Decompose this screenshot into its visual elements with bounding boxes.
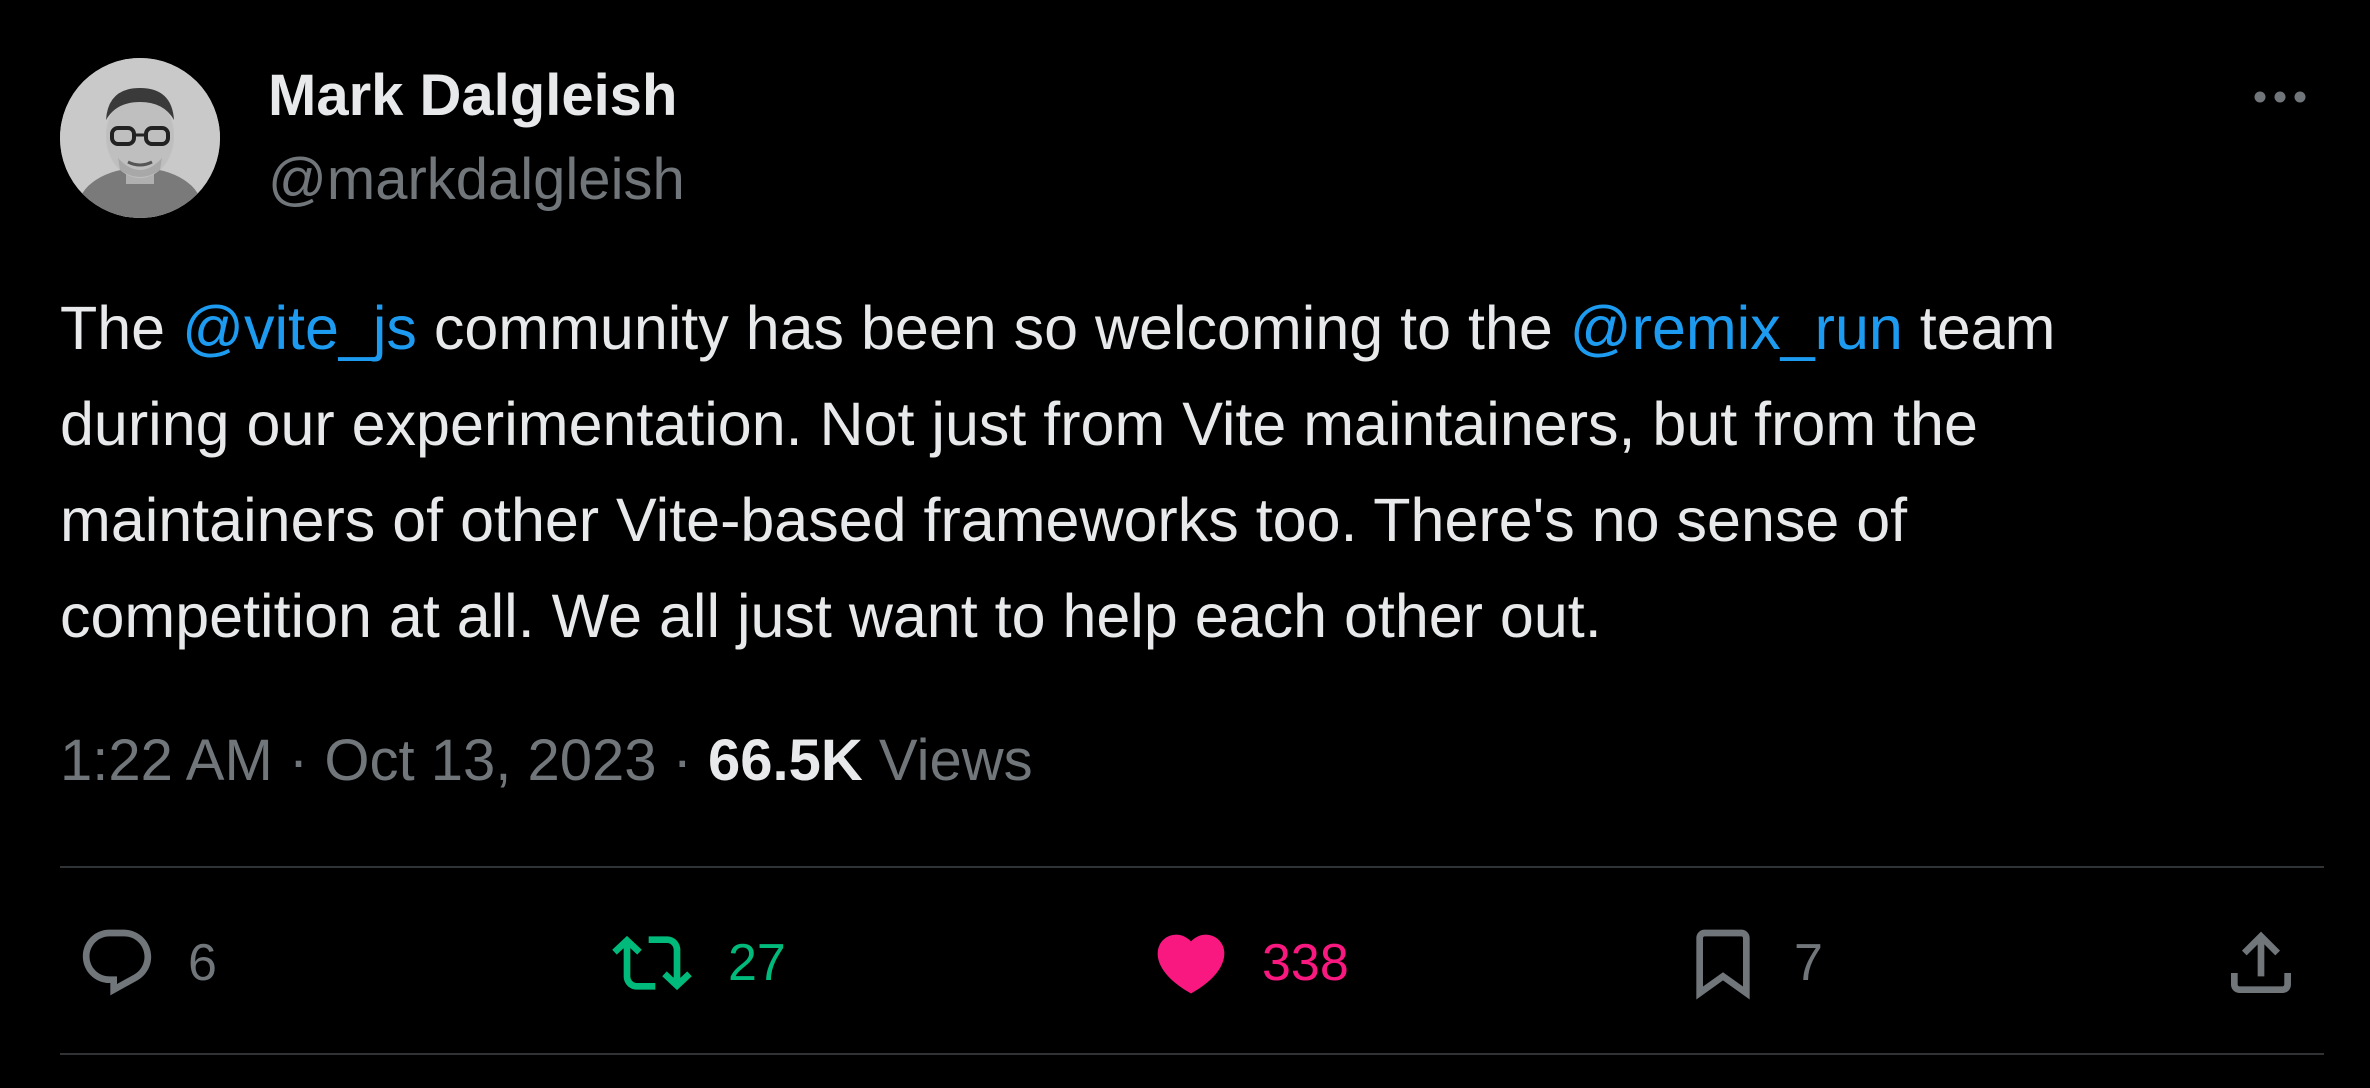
retweet-button[interactable]: 27 <box>606 918 786 1008</box>
tweet-line: maintainers of other Vite-based framewor… <box>60 472 2320 568</box>
bookmark-button[interactable]: 7 <box>1682 918 1823 1008</box>
mention-link[interactable]: @remix_run <box>1570 294 1903 362</box>
tweet-text-segment: competition at all. We all just want to … <box>60 582 1602 650</box>
tweet-text-segment: during our experimentation. Not just fro… <box>60 390 1978 458</box>
heart-filled-icon <box>1157 934 1225 994</box>
share-upload-icon <box>2231 931 2291 993</box>
speech-bubble-icon <box>82 929 152 996</box>
like-button[interactable]: 338 <box>1150 918 1349 1008</box>
tweet-line: The @vite_js community has been so welco… <box>60 280 2320 376</box>
tweet-line: during our experimentation. Not just fro… <box>60 376 2320 472</box>
like-count: 338 <box>1262 934 1349 992</box>
tweet-date[interactable]: Oct 13, 2023 <box>324 728 656 793</box>
views-label: Views <box>862 728 1033 793</box>
tweet-text-segment: maintainers of other Vite-based framewor… <box>60 486 1908 554</box>
divider-top <box>60 866 2324 868</box>
tweet-text-segment: The <box>60 294 183 362</box>
meta-separator: · <box>272 728 325 793</box>
share-button[interactable] <box>2220 918 2302 1008</box>
mention-link[interactable]: @vite_js <box>182 294 417 362</box>
reply-button[interactable]: 6 <box>76 918 217 1008</box>
reply-count: 6 <box>188 934 217 992</box>
avatar-image <box>60 58 220 218</box>
bookmark-count: 7 <box>1794 934 1823 992</box>
avatar[interactable] <box>60 58 220 218</box>
author-display-name[interactable]: Mark Dalgleish <box>268 62 677 129</box>
tweet-line: competition at all. We all just want to … <box>60 568 2320 664</box>
divider-bottom <box>60 1053 2324 1055</box>
tweet-text-segment: community has been so welcoming to the <box>416 294 1570 362</box>
tweet-text-segment: team <box>1902 294 2056 362</box>
bookmark-icon <box>1696 929 1750 1000</box>
views-count: 66.5K <box>708 728 863 793</box>
tweet-text: The @vite_js community has been so welco… <box>60 280 2320 664</box>
tweet-time[interactable]: 1:22 AM <box>60 728 273 793</box>
author-handle[interactable]: @markdalgleish <box>268 146 685 213</box>
more-options-button[interactable] <box>2250 82 2310 112</box>
meta-separator: · <box>656 728 709 793</box>
retweet-count: 27 <box>728 934 786 992</box>
retweet-arrows-icon <box>612 935 692 991</box>
more-horizontal-icon <box>2254 91 2306 103</box>
tweet-meta: 1:22 AM · Oct 13, 2023 · 66.5K Views <box>60 727 1033 794</box>
